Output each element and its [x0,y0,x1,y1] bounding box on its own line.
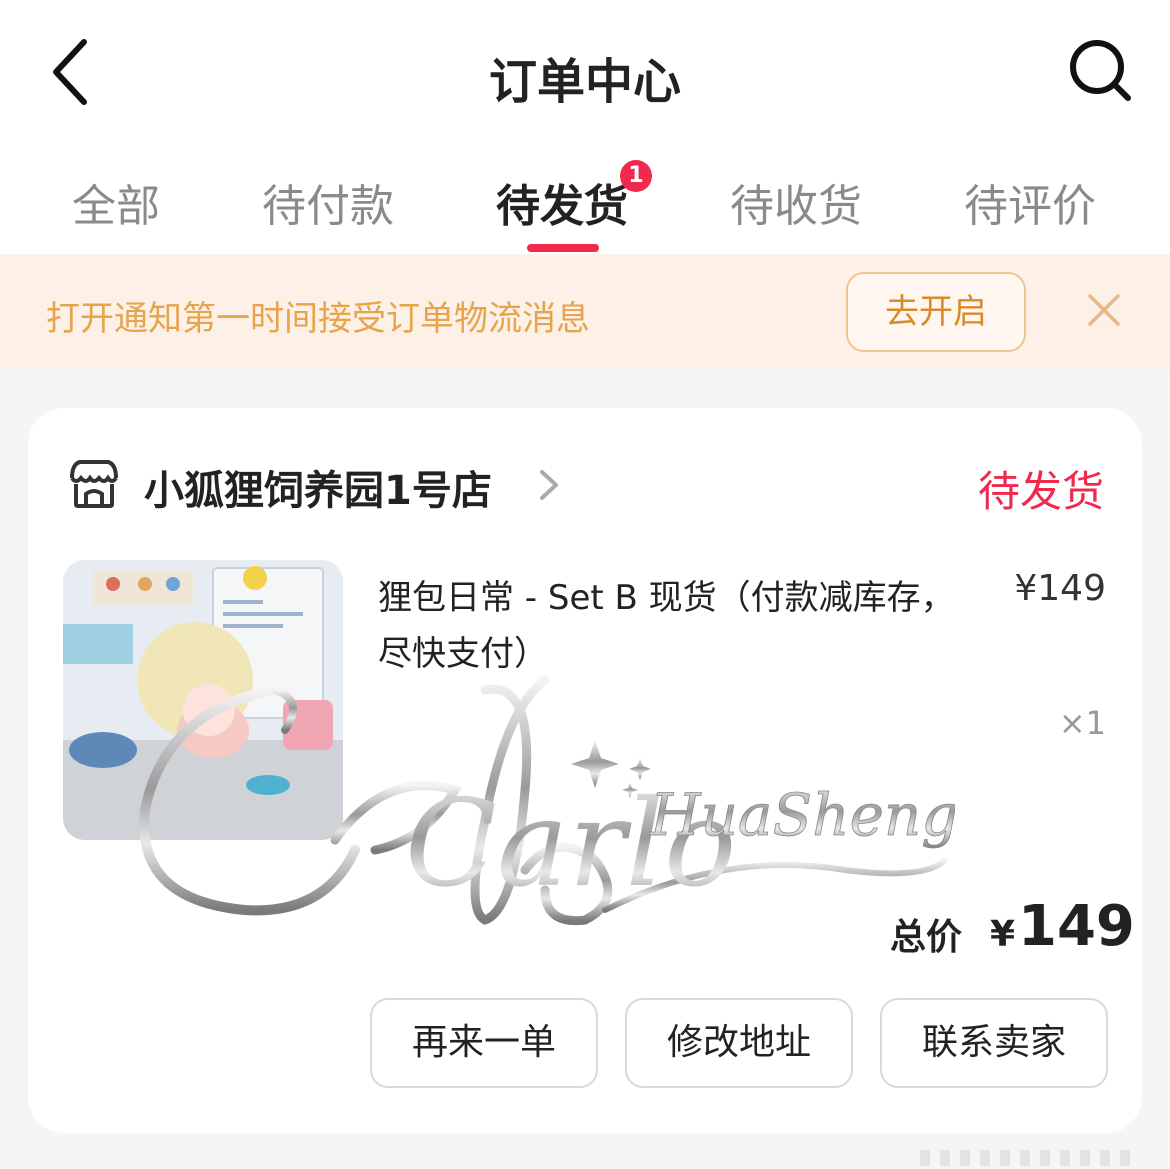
total-price: 149 [1018,894,1135,959]
total-label: 总价 [890,917,963,958]
bottom-edge-strip [920,1150,1150,1166]
product-image[interactable] [63,560,343,840]
notification-banner: 打开通知第一时间接受订单物流消息 去开启 [0,254,1170,370]
store-icon [66,456,122,512]
order-center-page: 订单中心 全部 待付款 待发货 1 待收货 待评价 打开通知第一时间接受订单物流… [0,0,1170,1169]
tab-pending-review[interactable]: 待评价 [964,170,1096,234]
reorder-button[interactable]: 再来一单 [370,998,598,1088]
tab-pending-payment[interactable]: 待付款 [262,170,394,234]
close-icon [1088,294,1120,326]
product-title[interactable]: 狸包日常 - Set B 现货（付款减库存，尽快支付） [378,570,958,682]
total-currency: ¥ [990,914,1016,955]
tab-pending-receipt[interactable]: 待收货 [730,170,862,234]
contact-seller-button[interactable]: 联系卖家 [880,998,1108,1088]
tab-all[interactable]: 全部 [72,170,160,234]
shop-name[interactable]: 小狐狸饲养园1号店 [144,458,492,516]
header: 订单中心 [0,0,1170,140]
active-tab-indicator [527,244,599,252]
change-address-button[interactable]: 修改地址 [625,998,853,1088]
tab-count-badge: 1 [620,160,652,192]
page-title: 订单中心 [488,54,681,110]
order-status-label: 待发货 [977,467,1104,516]
close-banner-button[interactable] [1084,290,1124,330]
enable-notifications-button[interactable]: 去开启 [846,272,1026,352]
notification-message: 打开通知第一时间接受订单物流消息 [46,299,590,339]
search-button[interactable] [1066,36,1136,106]
order-card: 小狐狸饲养园1号店 待发货 狸包日常 - Set B 现货（付款减库存，尽快支付… [28,408,1142,1133]
search-icon [1070,40,1131,101]
tab-pending-shipment[interactable]: 待发货 [496,170,628,234]
chevron-right-icon[interactable] [536,466,562,504]
order-tabs: 全部 待付款 待发货 1 待收货 待评价 [0,140,1170,254]
unit-price: ¥149 [1014,568,1106,609]
quantity: ×1 [1058,704,1106,742]
